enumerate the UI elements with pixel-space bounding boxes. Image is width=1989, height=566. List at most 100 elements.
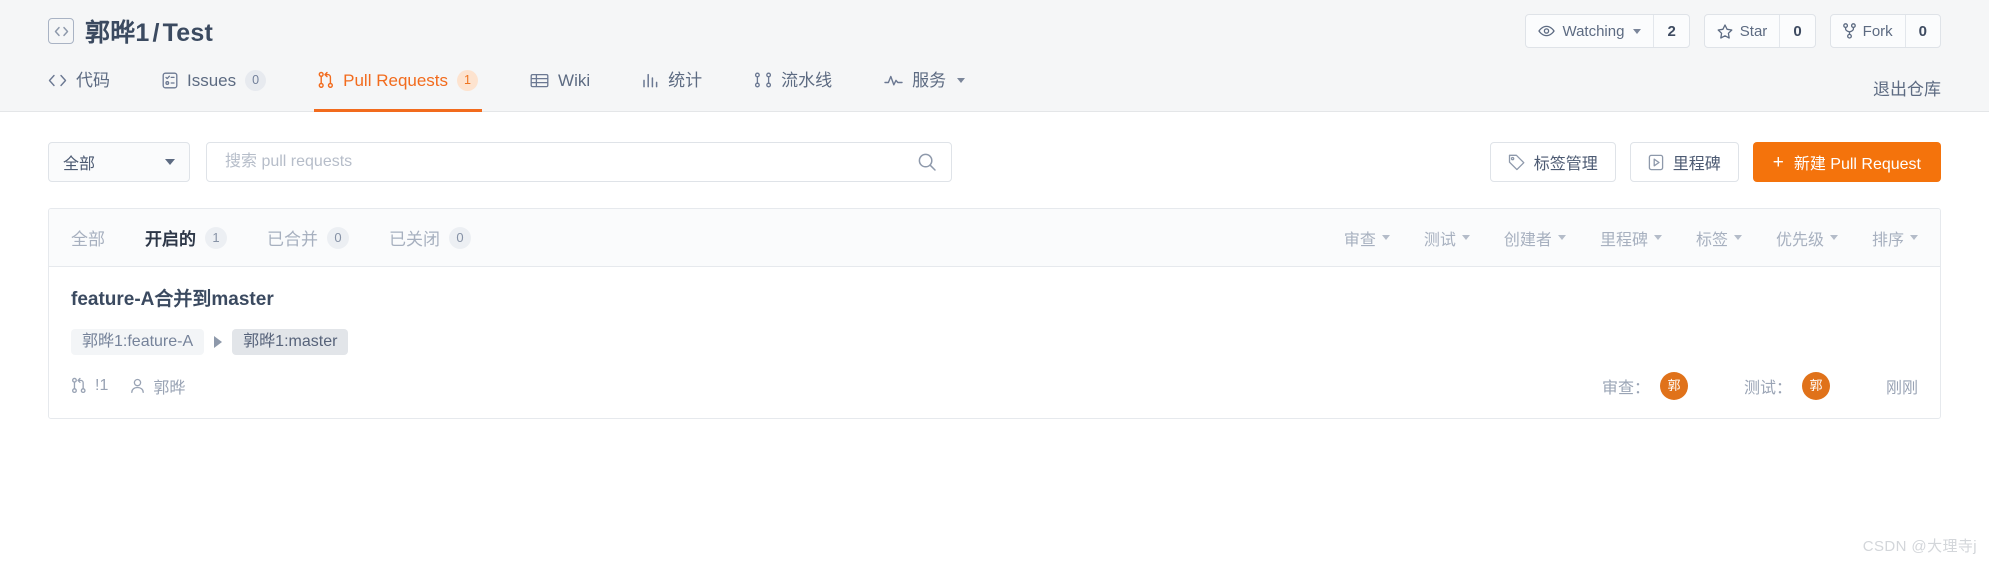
label-manage-button[interactable]: 标签管理: [1489, 142, 1616, 182]
state-tab-closed[interactable]: 已关闭 0: [389, 225, 471, 250]
state-tab-open-label: 开启的: [145, 230, 196, 249]
filter-test-label: 测试: [1423, 231, 1456, 249]
filter-priority-label: 优先级: [1775, 231, 1824, 249]
exit-repo-link[interactable]: 退出仓库: [1873, 81, 1941, 98]
state-tab-open[interactable]: 开启的 1: [145, 225, 227, 250]
repo-owner[interactable]: 郭晔1: [85, 19, 150, 47]
filter-label-label: 标签: [1695, 231, 1728, 249]
search-input[interactable]: [223, 152, 935, 172]
chevron-down-icon: [1381, 235, 1390, 240]
avatar[interactable]: 郭: [1659, 371, 1688, 400]
toolbar-actions: 标签管理 里程碑 + 新建 Pull Request: [1489, 142, 1941, 182]
pr-toolbar: 全部 标签管理: [0, 112, 1989, 186]
pr-testers: 测试： 郭: [1743, 371, 1830, 400]
repo-nav: 代码 Issues 0 Pull Requests 1 Wiki 统计 流水线 …: [0, 62, 1989, 112]
fork-label: Fork: [1862, 22, 1893, 40]
pull-request-icon: [71, 377, 87, 394]
plus-icon: +: [1772, 151, 1784, 173]
nav-item-pipeline[interactable]: 流水线: [754, 62, 832, 112]
pr-review-label: 审查：: [1601, 379, 1650, 397]
milestone-text: 里程碑: [1672, 156, 1721, 173]
pr-number-chunk[interactable]: !1: [71, 377, 108, 395]
star-button[interactable]: Star: [1705, 15, 1780, 47]
repo-name[interactable]: Test: [163, 19, 213, 47]
state-tab-closed-label: 已关闭: [389, 230, 440, 249]
title-separator: /: [152, 19, 160, 47]
filter-creator-label: 创建者: [1503, 231, 1552, 249]
nav-item-code[interactable]: 代码: [48, 62, 110, 112]
watching-label: Watching: [1562, 22, 1625, 40]
pr-author-chunk[interactable]: 郭晔: [130, 374, 185, 398]
filter-priority[interactable]: 优先级: [1776, 226, 1838, 250]
state-tab-merged-label: 已合并: [267, 230, 318, 249]
filter-milestone-label: 里程碑: [1599, 231, 1648, 249]
state-tab-all-label: 全部: [71, 230, 105, 249]
fork-button-group[interactable]: Fork 0: [1829, 14, 1941, 48]
watching-count[interactable]: 2: [1653, 15, 1688, 47]
fork-button[interactable]: Fork: [1831, 15, 1905, 47]
state-tab-all[interactable]: 全部: [71, 225, 105, 250]
pr-reviewers: 审查： 郭: [1601, 371, 1688, 400]
pr-source-branch[interactable]: 郭晔1:feature-A: [71, 328, 205, 355]
chevron-down-icon: [165, 159, 175, 165]
header-actions: Watching 2 Star 0 Fork 0: [1525, 14, 1941, 48]
filter-label[interactable]: 标签: [1696, 226, 1742, 250]
state-tab-merged[interactable]: 已合并 0: [267, 225, 349, 250]
state-tab-merged-count: 0: [327, 226, 349, 249]
repo-header: 郭晔1/Test Watching 2 Star 0 Fork 0 代码 Iss…: [0, 0, 1989, 112]
pr-number: !1: [95, 376, 109, 394]
nav-item-wiki[interactable]: Wiki: [530, 62, 590, 112]
watching-button[interactable]: Watching: [1526, 15, 1653, 47]
nav-item-service[interactable]: 服务: [884, 62, 966, 112]
list-dropdown-filters: 审查 测试 创建者 里程碑 标签 优先级 排序: [1310, 226, 1918, 250]
nav-badge-pull-requests: 1: [457, 69, 479, 91]
filter-sort[interactable]: 排序: [1872, 226, 1918, 250]
user-icon: [130, 378, 145, 394]
code-icon: [48, 74, 67, 87]
arrow-right-icon: [214, 335, 223, 348]
search-icon[interactable]: [917, 152, 937, 172]
stats-icon: [642, 73, 659, 88]
star-label: Star: [1739, 22, 1768, 40]
chevron-down-icon: [1557, 235, 1566, 240]
nav-label-service: 服务: [912, 70, 947, 90]
nav-badge-issues: 0: [245, 69, 267, 91]
filter-creator[interactable]: 创建者: [1504, 226, 1566, 250]
fork-count[interactable]: 0: [1904, 15, 1940, 47]
nav-item-pull-requests[interactable]: Pull Requests 1: [314, 62, 482, 112]
watermark: CSDN @大理寺j: [1862, 538, 1977, 555]
filter-milestone[interactable]: 里程碑: [1600, 226, 1662, 250]
pr-row-right: 审查： 郭 测试： 郭 刚刚: [1601, 371, 1918, 400]
nav-item-stats[interactable]: 统计: [642, 62, 702, 112]
nav-label-pull-requests: Pull Requests: [343, 70, 449, 90]
avatar[interactable]: 郭: [1801, 371, 1830, 400]
chevron-down-icon: [1829, 235, 1838, 240]
chevron-down-icon: [1733, 235, 1742, 240]
nav-label-wiki: Wiki: [558, 70, 591, 90]
nav-item-issues[interactable]: Issues 0: [162, 62, 267, 112]
watching-button-group[interactable]: Watching 2: [1525, 14, 1690, 48]
pr-test-label: 测试：: [1743, 379, 1792, 397]
filter-test[interactable]: 测试: [1424, 226, 1470, 250]
pr-branches: 郭晔1:feature-A 郭晔1:master: [71, 328, 1918, 355]
fork-icon: [1842, 23, 1856, 39]
state-tab-closed-count: 0: [449, 226, 471, 249]
star-button-group[interactable]: Star 0: [1703, 14, 1816, 48]
new-pull-request-text: 新建 Pull Request: [1793, 156, 1921, 173]
new-pull-request-button[interactable]: + 新建 Pull Request: [1752, 142, 1941, 182]
milestone-button[interactable]: 里程碑: [1629, 142, 1739, 182]
filter-sort-label: 排序: [1871, 231, 1904, 249]
pr-title[interactable]: feature-A合并到master: [71, 289, 1918, 312]
star-count[interactable]: 0: [1779, 15, 1814, 47]
pipeline-icon: [754, 72, 772, 88]
chevron-down-icon: [1633, 28, 1642, 34]
scope-select[interactable]: 全部: [48, 142, 190, 182]
table-row[interactable]: feature-A合并到master 郭晔1:feature-A 郭晔1:mas…: [49, 267, 1940, 418]
search-box[interactable]: [206, 142, 952, 182]
milestone-icon: [1648, 154, 1664, 171]
pr-target-branch[interactable]: 郭晔1:master: [232, 328, 349, 355]
nav-label-issues: Issues: [187, 70, 237, 90]
pull-request-icon: [318, 71, 334, 89]
pull-request-list-panel: 全部 开启的 1 已合并 0 已关闭 0 审查 测试 创建者 里程碑 标签 优先…: [48, 208, 1941, 419]
filter-review[interactable]: 审查: [1344, 226, 1390, 250]
